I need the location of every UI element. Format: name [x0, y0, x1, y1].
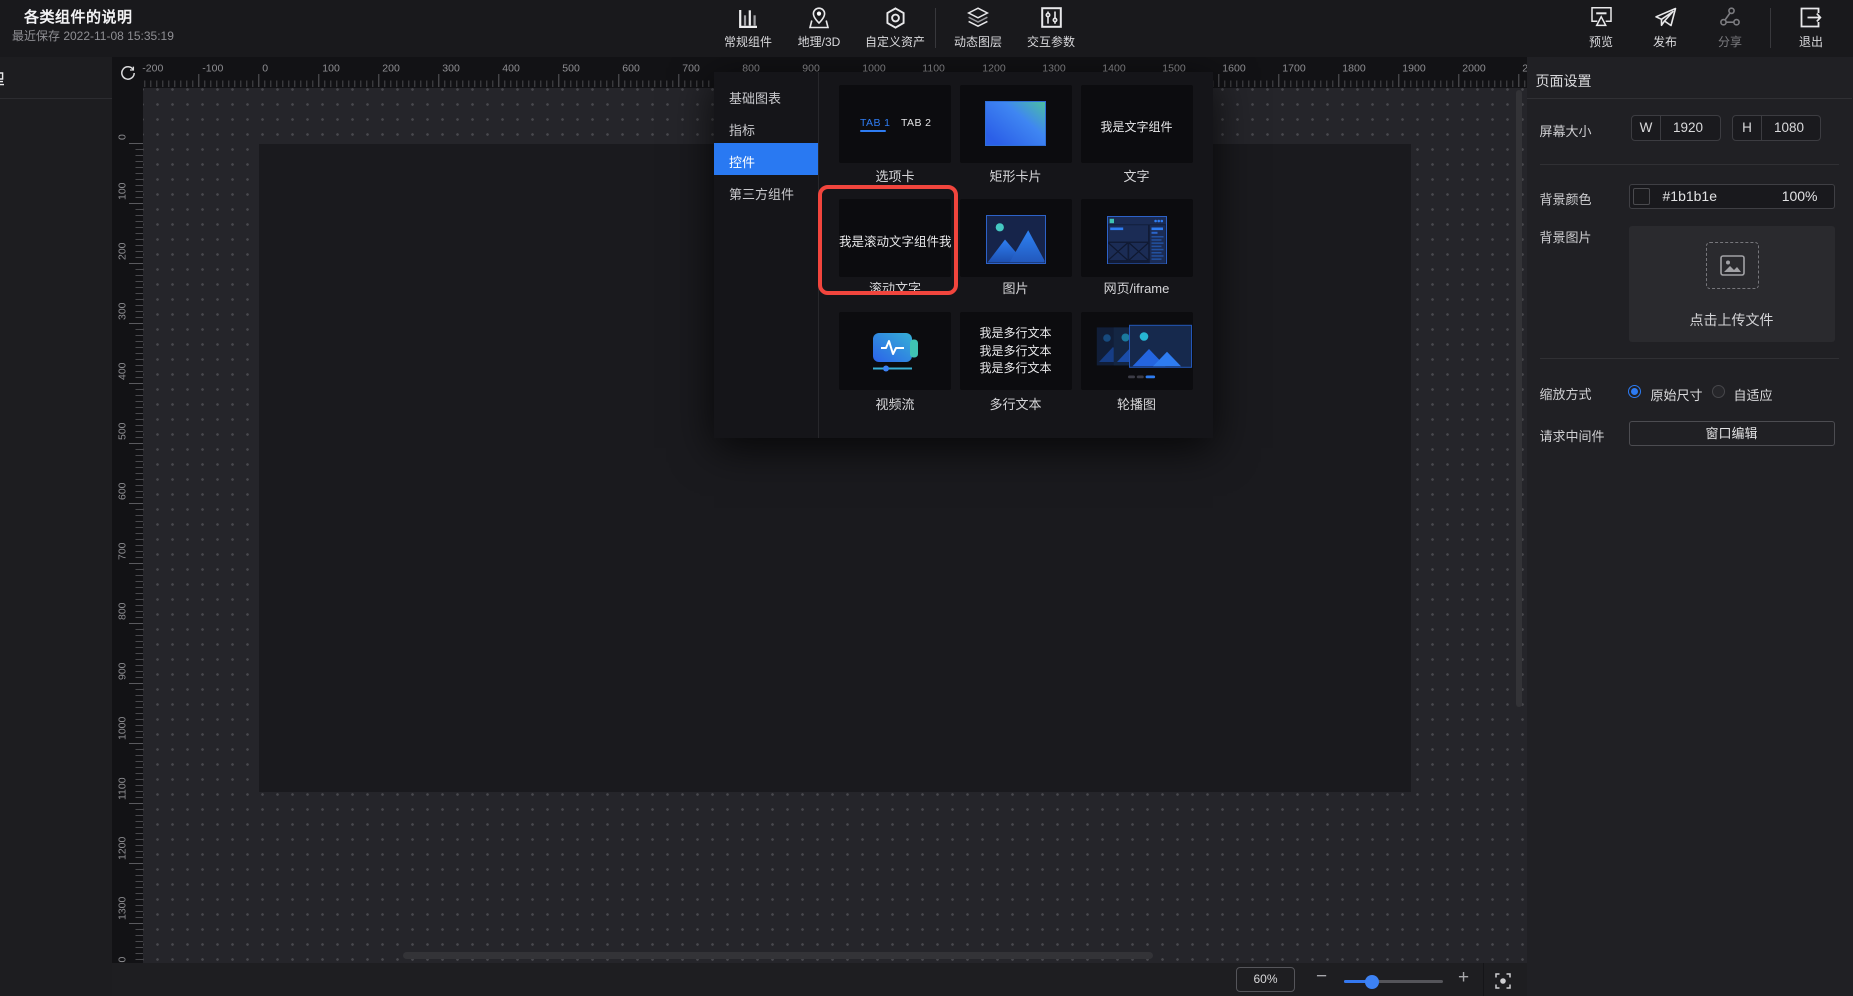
svg-text:1000: 1000	[117, 716, 129, 740]
svg-text:900: 900	[117, 662, 129, 680]
svg-text:300: 300	[442, 63, 460, 75]
svg-text:-100: -100	[202, 63, 223, 75]
svg-text:700: 700	[682, 63, 700, 75]
svg-text:700: 700	[117, 542, 129, 560]
svg-text:200: 200	[117, 242, 129, 260]
svg-text:500: 500	[562, 63, 580, 75]
svg-text:300: 300	[117, 302, 129, 320]
svg-text:600: 600	[622, 63, 640, 75]
svg-text:1100: 1100	[117, 777, 129, 800]
svg-text:-200: -200	[142, 63, 163, 75]
svg-text:1200: 1200	[117, 836, 129, 860]
svg-text:400: 400	[502, 63, 520, 75]
svg-text:800: 800	[117, 602, 129, 620]
svg-text:600: 600	[117, 482, 129, 500]
svg-text:500: 500	[117, 422, 129, 440]
svg-text:100: 100	[117, 182, 129, 200]
svg-text:1800: 1800	[1342, 63, 1366, 75]
svg-text:400: 400	[117, 362, 129, 380]
svg-text:0: 0	[262, 63, 268, 75]
svg-text:1900: 1900	[1402, 63, 1426, 75]
svg-text:1600: 1600	[1222, 63, 1246, 75]
svg-text:0: 0	[117, 134, 129, 140]
svg-text:1700: 1700	[1282, 63, 1306, 75]
svg-text:2000: 2000	[1462, 63, 1486, 75]
svg-text:100: 100	[322, 63, 340, 75]
svg-text:1300: 1300	[117, 896, 129, 920]
svg-text:200: 200	[382, 63, 400, 75]
